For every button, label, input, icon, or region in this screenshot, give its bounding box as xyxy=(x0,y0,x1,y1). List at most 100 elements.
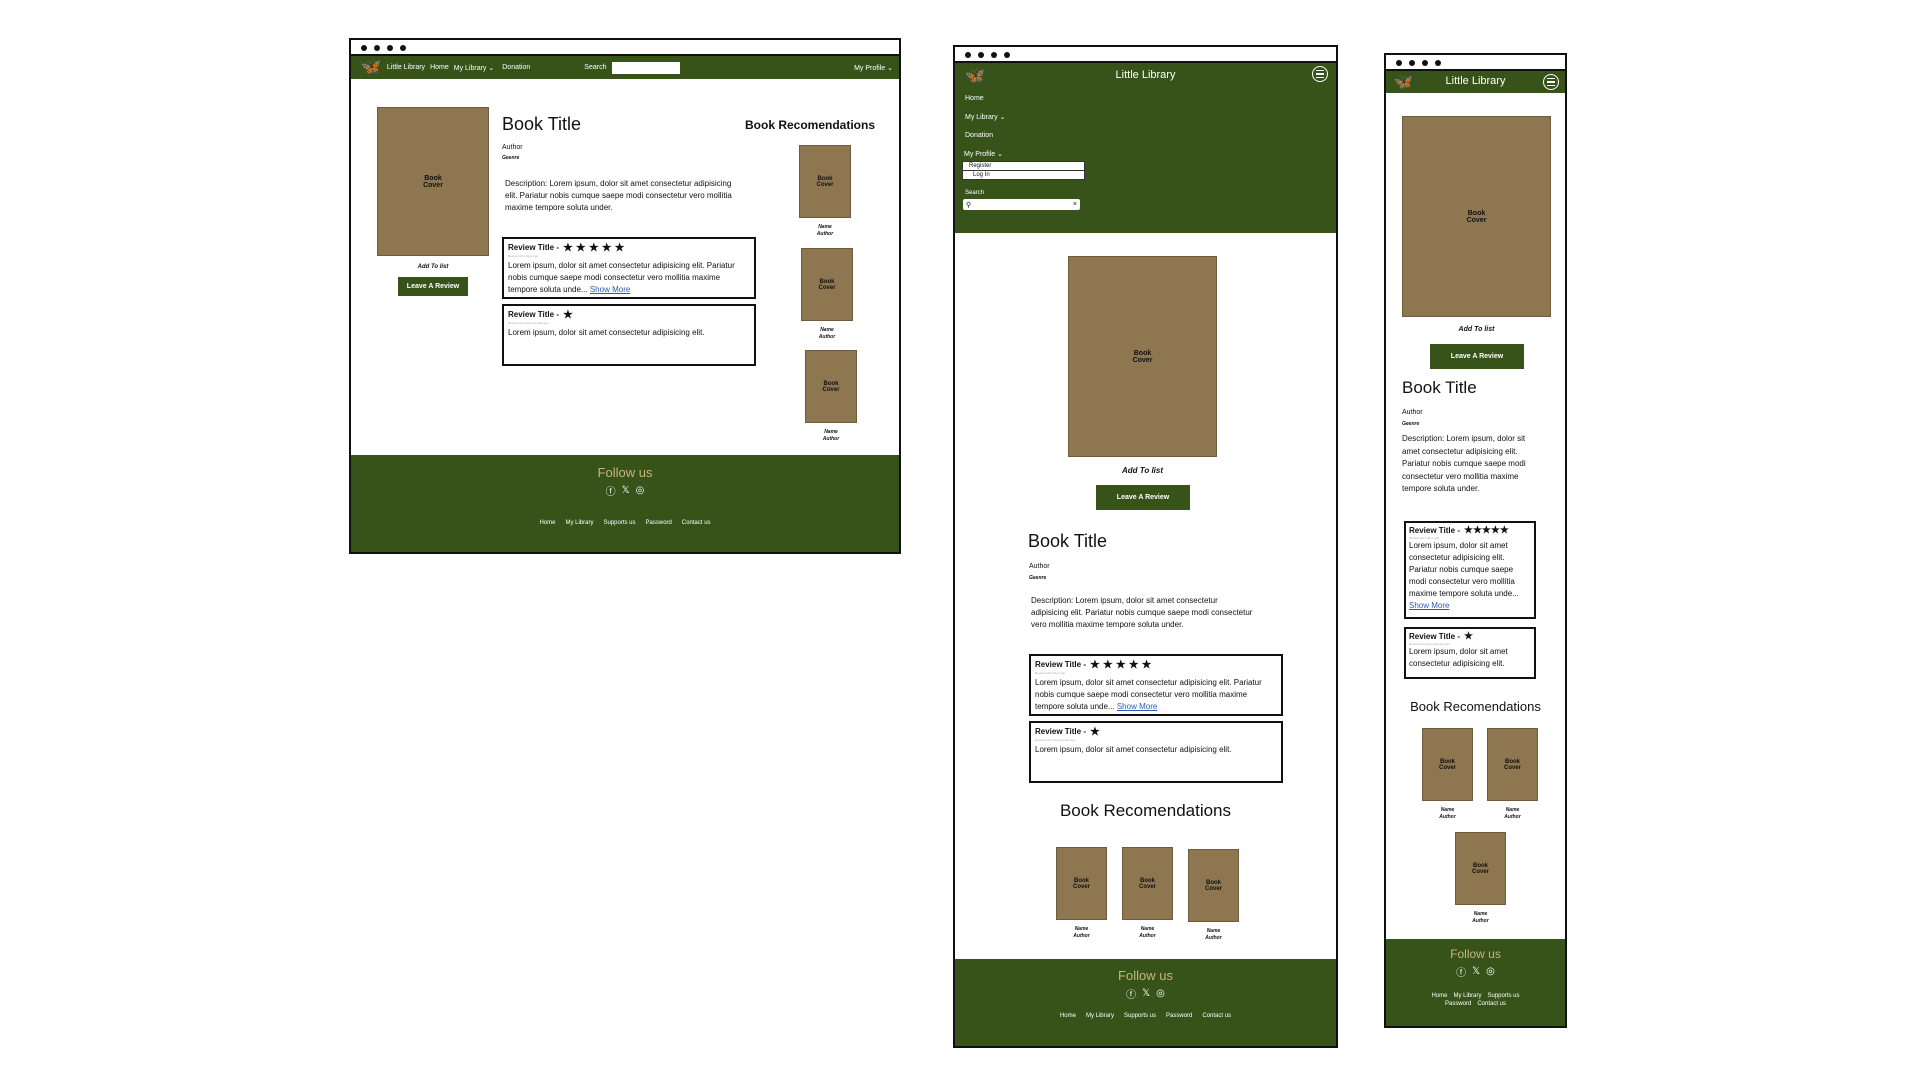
x-icon[interactable]: 𝕏 xyxy=(1472,964,1480,979)
recommendation-item[interactable]: Book Cover Name Author xyxy=(1487,728,1538,820)
menu-donation[interactable]: Donation xyxy=(965,132,993,139)
nav-app-name[interactable]: Little Library xyxy=(387,64,425,71)
footer: Follow us ⓕ 𝕏 ◎ Home My Library Supports u… xyxy=(955,959,1336,1046)
instagram-icon[interactable]: ◎ xyxy=(1486,964,1495,979)
recommendation-item[interactable]: Book Cover Name Author xyxy=(799,145,851,237)
show-more-link[interactable]: Show More xyxy=(590,285,630,294)
show-more-link[interactable]: Show More xyxy=(1117,702,1157,711)
facebook-icon[interactable]: ⓕ xyxy=(1456,964,1466,979)
recommendation-cover: Book Cover xyxy=(805,350,857,423)
recommendation-item[interactable]: Book Cover Name Author xyxy=(1188,849,1239,941)
footer-link-contact[interactable]: Contact us xyxy=(682,520,711,526)
x-icon[interactable]: 𝕏 xyxy=(622,483,630,498)
butterfly-logo-icon[interactable]: 🦋 xyxy=(361,59,381,76)
recommendation-cover: Book Cover xyxy=(799,145,851,218)
leave-review-button[interactable]: Leave A Review xyxy=(1096,485,1190,510)
window-titlebar xyxy=(351,40,899,56)
window-controls xyxy=(361,45,406,51)
recommendation-item[interactable]: Book Cover Name Author xyxy=(801,248,853,340)
footer-link-supports[interactable]: Supports us xyxy=(603,520,635,526)
recommendation-item[interactable]: Book Cover Name Author xyxy=(1122,847,1173,939)
review-text: Lorem ipsum, dolor sit amet consectetur … xyxy=(1409,647,1508,668)
window-controls xyxy=(965,52,1010,58)
leave-review-button[interactable]: Leave A Review xyxy=(398,277,468,296)
footer-link-password[interactable]: Password xyxy=(1166,1013,1192,1019)
menu-my-library[interactable]: My Library ⌄ xyxy=(965,113,1006,121)
chevron-down-icon: ⌄ xyxy=(486,64,495,72)
nav-home[interactable]: Home xyxy=(430,64,449,71)
recommendation-item[interactable]: Book Cover Name Author xyxy=(1056,847,1107,939)
close-icon[interactable]: × xyxy=(1073,201,1077,208)
show-more-link[interactable]: Show More xyxy=(1409,601,1449,610)
menu-my-profile[interactable]: My Profile ⌄ xyxy=(964,150,1003,158)
review-title: Review Title - xyxy=(508,243,559,252)
instagram-icon[interactable]: ◎ xyxy=(636,483,645,498)
add-to-list-button[interactable]: Add To list xyxy=(1068,466,1217,475)
footer-link-my-library[interactable]: My Library xyxy=(1453,993,1481,999)
social-links: ⓕ 𝕏 ◎ xyxy=(1386,964,1565,979)
leave-review-button[interactable]: Leave A Review xyxy=(1430,344,1524,369)
recommendation-item[interactable]: Book Cover Name Author xyxy=(1422,728,1473,820)
footer: Follow us ⓕ 𝕏 ◎ Home My Library Supports u… xyxy=(1386,939,1565,1026)
menu-login[interactable]: Log In xyxy=(963,171,1084,179)
footer-link-supports[interactable]: Supports us xyxy=(1124,1013,1156,1019)
recommendation-name: Name Author xyxy=(816,224,834,237)
chevron-down-icon: ⌄ xyxy=(885,64,893,72)
add-to-list-button[interactable]: Add To list xyxy=(1402,326,1551,333)
book-title: Book Title xyxy=(1402,378,1477,397)
recommendation-name: Name Author xyxy=(1472,911,1489,924)
footer-link-my-library[interactable]: My Library xyxy=(565,520,593,526)
add-to-list-button[interactable]: Add To list xyxy=(377,264,489,270)
recommendation-cover: Book Cover xyxy=(1422,728,1473,801)
desktop-frame: 🦋 Little Library Home My Library ⌄ Donat… xyxy=(349,38,901,554)
nav-donation[interactable]: Donation xyxy=(502,64,530,71)
review-text: Lorem ipsum, dolor sit amet consectetur … xyxy=(1035,745,1232,754)
footer-link-home[interactable]: Home xyxy=(539,520,555,526)
review-text: Lorem ipsum, dolor sit amet consectetur … xyxy=(508,328,705,337)
book-author: Author xyxy=(1402,409,1423,416)
footer-link-contact[interactable]: Contact us xyxy=(1202,1013,1231,1019)
review-card: Review Title - ★ Review left a few second… xyxy=(1029,721,1283,783)
nav-my-profile[interactable]: My Profile ⌄ xyxy=(854,64,893,72)
footer-link-home[interactable]: Home xyxy=(1060,1013,1076,1019)
recommendation-name: Name Author xyxy=(822,429,840,442)
review-card: Review Title - ★ Review left a few second… xyxy=(1404,627,1536,679)
review-card: Review Title - ★ ★ ★ ★ ★ Review left 2 da… xyxy=(502,237,756,299)
rating-stars: ★★★★★ xyxy=(1463,525,1509,536)
footer-link-contact[interactable]: Contact us xyxy=(1477,1001,1506,1007)
instagram-icon[interactable]: ◎ xyxy=(1156,986,1165,1001)
review-text: Lorem ipsum, dolor sit amet consectetur … xyxy=(508,261,735,294)
recommendation-cover: Book Cover xyxy=(1487,728,1538,801)
footer-link-supports[interactable]: Supports us xyxy=(1488,993,1520,999)
footer-link-home[interactable]: Home xyxy=(1431,993,1447,999)
facebook-icon[interactable]: ⓕ xyxy=(1126,986,1136,1001)
social-links: ⓕ 𝕏 ◎ xyxy=(351,483,899,498)
footer-links: Home My Library Supports us xyxy=(1386,993,1565,999)
footer-link-my-library[interactable]: My Library xyxy=(1086,1013,1114,1019)
menu-home[interactable]: Home xyxy=(965,95,984,102)
footer-links: Home My Library Supports us Password Con… xyxy=(955,1013,1336,1019)
recommendation-cover: Book Cover xyxy=(1122,847,1173,920)
search-input[interactable]: ⚲ × xyxy=(963,199,1080,210)
navbar: 🦋 Little Library Home My Library ⌄ Donat… xyxy=(351,56,899,79)
hamburger-menu-icon[interactable] xyxy=(1543,74,1559,90)
recommendations-heading: Book Recomendations xyxy=(745,118,876,132)
recommendation-cover: Book Cover xyxy=(801,248,853,321)
star-icon: ★ xyxy=(1463,631,1473,642)
review-text: Lorem ipsum, dolor sit amet consectetur … xyxy=(1409,541,1519,610)
hamburger-menu-icon[interactable] xyxy=(1312,66,1328,82)
menu-register[interactable]: Register xyxy=(963,162,1084,171)
x-icon[interactable]: 𝕏 xyxy=(1142,986,1150,1001)
nav-my-library[interactable]: My Library ⌄ xyxy=(454,64,495,72)
app-name[interactable]: Little Library xyxy=(955,69,1336,81)
recommendation-cover: Book Cover xyxy=(1056,847,1107,920)
footer-link-password[interactable]: Password xyxy=(1445,1001,1471,1007)
footer-link-password[interactable]: Password xyxy=(646,520,672,526)
recommendation-item[interactable]: Book Cover Name Author xyxy=(1455,832,1506,924)
review-text: Lorem ipsum, dolor sit amet consectetur … xyxy=(1035,678,1262,711)
search-input[interactable] xyxy=(612,61,681,74)
facebook-icon[interactable]: ⓕ xyxy=(606,483,616,498)
app-name[interactable]: Little Library xyxy=(1386,75,1565,87)
review-meta: Review left 2 days ago xyxy=(508,254,539,258)
recommendation-item[interactable]: Book Cover Name Author xyxy=(805,350,857,442)
